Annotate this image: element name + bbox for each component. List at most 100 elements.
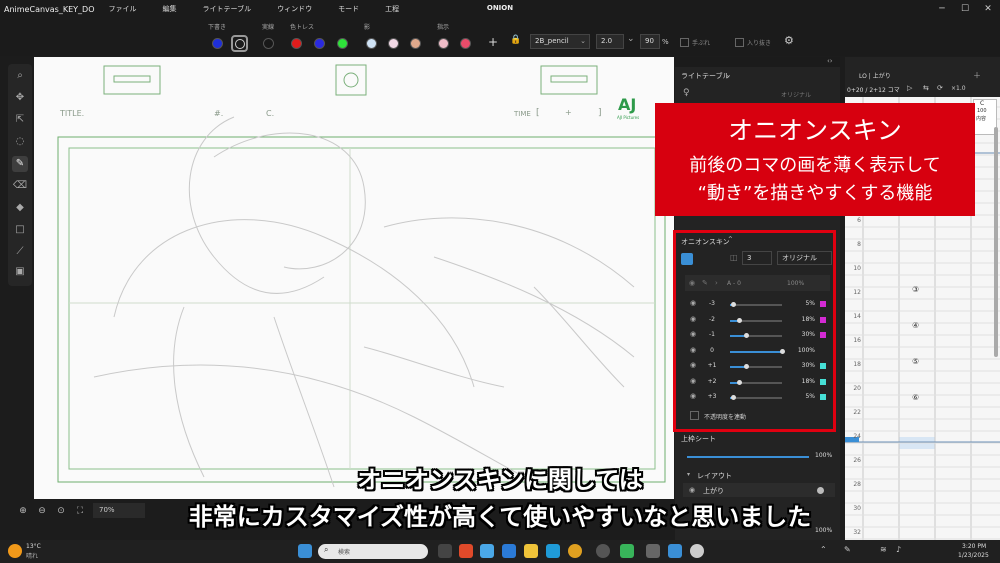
lasso-icon[interactable]: ◌ — [12, 134, 28, 150]
menu-edit[interactable]: 編集 — [163, 4, 177, 14]
panel-header-strip — [675, 57, 840, 67]
timesheet-mark: ⑤ — [912, 357, 920, 366]
task-view-icon[interactable] — [438, 544, 452, 558]
app-icon[interactable] — [459, 544, 473, 558]
menu-window[interactable]: ウィンドウ — [277, 4, 312, 14]
eraser-icon[interactable]: ⌫ — [12, 178, 28, 194]
peg-box-center — [335, 64, 367, 96]
app-icon[interactable] — [620, 544, 634, 558]
lock-icon[interactable]: 🔒 — [510, 35, 521, 45]
menu-file[interactable]: ファイル — [109, 4, 137, 14]
color-swatch[interactable] — [410, 38, 421, 49]
menu-light-table[interactable]: ライトテーブル — [203, 4, 252, 14]
search-icon[interactable]: ⌕ — [12, 68, 28, 84]
peg-circle-center — [343, 72, 359, 88]
chevron-down-icon[interactable]: ⌄ — [725, 70, 732, 79]
ruler-icon[interactable]: ⟋ — [12, 244, 28, 260]
color-swatch[interactable] — [314, 38, 325, 49]
opacity-field[interactable]: 90 — [640, 34, 660, 49]
peg-box-left — [103, 65, 161, 95]
play-icon[interactable]: ▷ — [907, 84, 912, 92]
browser-icon[interactable] — [546, 544, 560, 558]
row-number: 22 — [853, 409, 861, 416]
app-icon[interactable] — [596, 544, 610, 558]
collapse-icon[interactable]: ‹› — [827, 57, 833, 65]
drawing-canvas[interactable]: TITLE. #. C. TIME [ + ] AJ AJI Pictures — [34, 57, 674, 499]
select-arrow-icon[interactable]: ⇱ — [12, 112, 28, 128]
tray-chevron-icon[interactable]: ⌃ — [820, 545, 827, 554]
maximize-button[interactable]: ☐ — [958, 2, 972, 16]
image-icon[interactable]: ▣ — [12, 264, 28, 280]
color-swatch[interactable] — [231, 35, 248, 52]
pen-tray-icon[interactable]: ✎ — [844, 545, 851, 554]
volume-icon[interactable]: ♪ — [896, 545, 901, 554]
speed-icon[interactable]: ⟳ — [937, 84, 943, 92]
chrome-icon[interactable] — [568, 544, 582, 558]
app-title: AnimeCanvas_KEY_DO — [4, 4, 95, 14]
number-label: #. — [214, 109, 224, 118]
sketch-stroke — [188, 116, 325, 294]
taskbar-search[interactable]: ⌕ 検索 — [318, 544, 428, 559]
menu-mode[interactable]: モード — [338, 4, 359, 14]
taskbar: 13°C 晴れ ⌕ 検索 ⌃ ✎ ≋ ♪ 3:20 PM 1/23/2025 — [0, 540, 1000, 563]
in-out-checkbox[interactable] — [735, 38, 744, 47]
settings-icon[interactable] — [646, 544, 660, 558]
upper-sheet-slider[interactable] — [687, 456, 809, 458]
time-label: TIME — [514, 110, 531, 118]
close-button[interactable]: ✕ — [981, 2, 995, 16]
brush-size-field[interactable]: 2.0 — [596, 34, 624, 49]
app-icon[interactable] — [480, 544, 494, 558]
add-color-button[interactable]: + — [488, 35, 498, 49]
minimize-button[interactable]: ─ — [935, 2, 949, 16]
menu-process[interactable]: 工程 — [385, 4, 399, 14]
opacity-unit: % — [662, 38, 669, 46]
outer-frame — [57, 136, 666, 483]
inner-frame — [68, 147, 656, 470]
brush-name-select[interactable]: 2B_pencil ⌄ — [530, 34, 590, 49]
time-plus: + — [565, 108, 572, 117]
fill-icon[interactable]: ◆ — [12, 200, 28, 216]
upper-sheet-title: 上枠シート — [681, 435, 716, 443]
color-swatch[interactable] — [291, 38, 302, 49]
tool-palette: ⌕ ✥ ⇱ ◌ ✎ ⌫ ◆ □ ⟋ ▣ — [8, 64, 32, 286]
timesheet-mark: ⑥ — [912, 393, 920, 402]
move-icon[interactable]: ✥ — [12, 90, 28, 106]
weather-icon[interactable] — [8, 544, 22, 558]
color-swatch[interactable] — [212, 38, 223, 49]
weather-desc: 晴れ — [26, 553, 39, 560]
time-bracket-open: [ — [536, 108, 540, 118]
hand-shake-checkbox[interactable] — [680, 38, 689, 47]
color-swatch[interactable] — [366, 38, 377, 49]
add-tab-button[interactable]: ＋ — [973, 70, 981, 81]
app-icon[interactable] — [668, 544, 682, 558]
color-swatch[interactable] — [263, 38, 274, 49]
pen-icon[interactable]: ✎ — [12, 156, 28, 172]
callout-banner: オニオンスキン 前後のコマの画を薄く表示して “動き”を描きやすくする機能 — [655, 103, 975, 216]
color-swatch[interactable] — [337, 38, 348, 49]
playback-speed[interactable]: ×1.0 — [951, 85, 966, 92]
loop-icon[interactable]: ⇆ — [923, 84, 929, 92]
row-number: 16 — [853, 337, 861, 344]
studio-logo: AJ — [618, 95, 637, 114]
app-icon[interactable] — [690, 544, 704, 558]
row-number: 20 — [853, 385, 861, 392]
color-swatch[interactable] — [460, 38, 471, 49]
bulb-icon[interactable]: ♀ — [683, 88, 690, 98]
folder-icon[interactable] — [524, 544, 538, 558]
subtitle-line2: 非常にカスタマイズ性が高くて使いやすいなと思いました — [188, 503, 812, 531]
start-menu-icon[interactable] — [298, 544, 312, 558]
timesheet-mark: ③ — [912, 285, 920, 294]
sketch-stroke — [433, 256, 635, 358]
rectangle-icon[interactable]: □ — [12, 222, 28, 238]
chevron-down-icon[interactable]: ⌄ — [627, 34, 635, 44]
wifi-icon[interactable]: ≋ — [880, 545, 887, 554]
row-number: 6 — [857, 217, 861, 224]
peg-hole-right — [550, 75, 588, 83]
light-table-mode[interactable]: オリジナル — [781, 90, 811, 99]
app-icon[interactable] — [502, 544, 516, 558]
gear-icon[interactable]: ⚙ — [784, 34, 794, 47]
color-swatch[interactable] — [388, 38, 399, 49]
timesheet-scrollbar[interactable] — [994, 127, 998, 357]
timesheet-tab[interactable]: LO | 上がり — [859, 71, 891, 80]
color-swatch[interactable] — [438, 38, 449, 49]
